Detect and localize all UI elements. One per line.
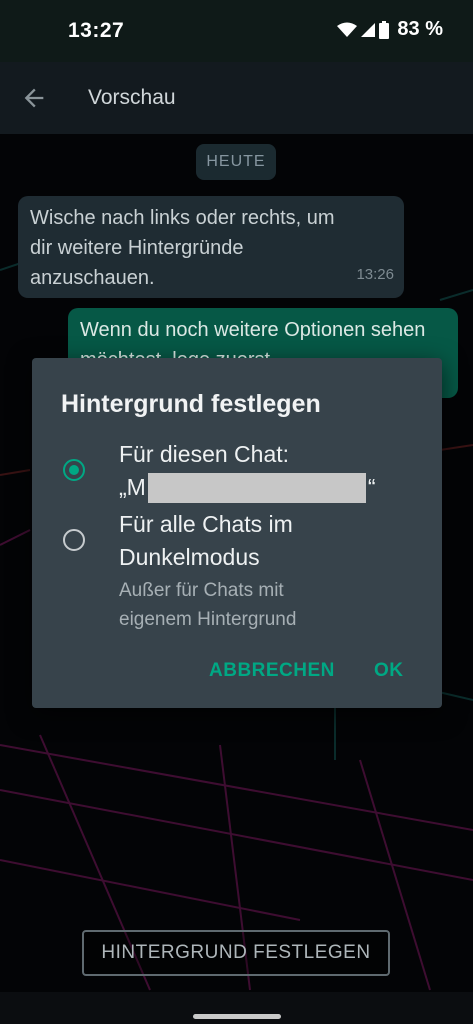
gesture-nav-handle[interactable]: [193, 1014, 281, 1019]
radio-this-chat[interactable]: [63, 459, 85, 481]
signal-icon: [361, 22, 376, 37]
cancel-button[interactable]: ABBRECHEN: [209, 660, 335, 682]
battery-icon: [379, 20, 390, 39]
page-title: Vorschau: [88, 86, 176, 109]
battery-percentage: 83 %: [397, 18, 443, 40]
option-all-chats-label[interactable]: Für alle Chats im: [119, 508, 293, 541]
status-bar: 13:27 83 %: [0, 0, 473, 62]
incoming-message-text: Wische nach links oder rechts, um dir we…: [30, 207, 335, 289]
chat-name-suffix: “: [367, 474, 376, 500]
radio-all-chats[interactable]: [63, 529, 85, 551]
system-nav-bar: [0, 992, 473, 1024]
set-wallpaper-dialog: Hintergrund festlegen Für diesen Chat: „…: [32, 358, 442, 708]
app-bar: Vorschau: [0, 62, 473, 134]
set-wallpaper-button[interactable]: HINTERGRUND FESTLEGEN: [82, 930, 390, 976]
incoming-message-bubble: Wische nach links oder rechts, um dir we…: [18, 196, 404, 298]
option-this-chat-name[interactable]: „M “: [119, 471, 376, 504]
ok-button[interactable]: OK: [374, 660, 404, 682]
redacted-chat-name: [147, 472, 366, 503]
option-this-chat-label[interactable]: Für diesen Chat:: [119, 438, 289, 471]
chat-name-prefix: „M: [119, 474, 146, 500]
status-icons: 83 %: [337, 18, 443, 41]
wifi-icon: [337, 22, 358, 37]
option-all-chats-label-line2[interactable]: Dunkelmodus: [119, 541, 260, 574]
radio-selected-dot: [69, 465, 79, 475]
incoming-message-time: 13:26: [356, 266, 394, 283]
option-all-chats-hint-line2: eigenem Hintergrund: [119, 609, 297, 630]
dialog-title: Hintergrund festlegen: [61, 390, 321, 418]
option-all-chats-hint: Außer für Chats mit: [119, 580, 284, 601]
date-chip: HEUTE: [196, 144, 276, 180]
back-arrow-icon[interactable]: [20, 84, 48, 112]
status-time: 13:27: [68, 19, 125, 42]
